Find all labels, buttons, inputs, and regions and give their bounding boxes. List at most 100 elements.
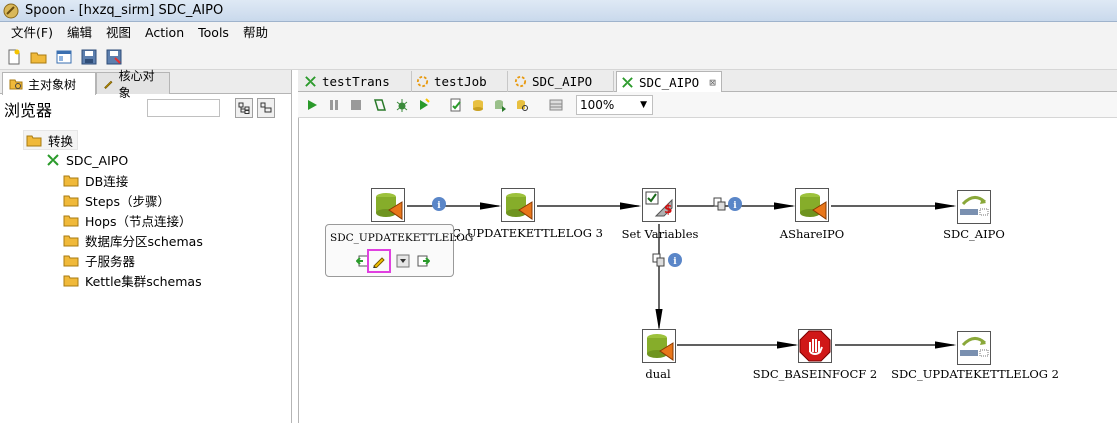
menu-edit[interactable]: 编辑 (60, 22, 99, 44)
abort-stop-icon (798, 329, 832, 363)
run-icon[interactable] (302, 95, 322, 115)
step-menu-icon[interactable] (394, 252, 412, 270)
expand-all-button[interactable] (235, 98, 253, 118)
step-label: SDC_BASEINFOCF 2 (752, 367, 878, 381)
verify-icon[interactable] (446, 95, 466, 115)
impact-icon[interactable] (468, 95, 488, 115)
step-label: SDC_AIPO (943, 227, 1005, 241)
tab-sdc-aipo-trans[interactable]: SDC_AIPO ⊠ (616, 71, 722, 93)
explorer-icon[interactable] (53, 46, 75, 68)
tree-node-transformations[interactable]: 转换 (23, 130, 79, 150)
tab-testtrans[interactable]: testTrans (300, 71, 412, 92)
folder-icon (26, 135, 42, 146)
svg-text:i: i (437, 201, 441, 211)
step-sdc-updatekettlelog-3[interactable] (501, 188, 535, 222)
save-as-icon[interactable] (103, 46, 125, 68)
save-icon[interactable] (78, 46, 100, 68)
chevron-down-icon: ▼ (640, 100, 647, 110)
title-bar: Spoon - [hxzq_sirm] SDC_AIPO (0, 0, 1117, 22)
step-label: SDC_UPDATEKETTLELOG 2 (891, 367, 1059, 381)
tree-node-label: Steps（步骤） (85, 193, 170, 209)
tree-node-label: DB连接 (85, 173, 129, 189)
menu-help[interactable]: 帮助 (236, 22, 275, 44)
transformation-canvas[interactable]: i i i $ SDC_UPDATEKETTLELOG 3 Set Variab… (298, 118, 1117, 423)
folder-icon (63, 255, 79, 266)
step-set-variables[interactable]: $ (642, 188, 676, 222)
step-table-output-1[interactable] (371, 188, 405, 222)
transformation-icon (47, 154, 59, 166)
replay-icon[interactable] (414, 95, 434, 115)
step-sdc-aipo[interactable] (957, 190, 991, 224)
open-folder-icon[interactable] (28, 46, 50, 68)
tab-sdc-aipo-job[interactable]: SDC_AIPO (510, 71, 614, 92)
tree-icon (9, 79, 23, 90)
tab-main-object-tree[interactable]: 主对象树 (2, 72, 96, 95)
left-panel-tabs: 主对象树 核心对象 (0, 69, 291, 100)
tab-core-objects[interactable]: 核心对象 (96, 69, 170, 100)
output-hop-icon[interactable] (414, 252, 432, 270)
explore-db-icon[interactable] (512, 95, 532, 115)
tree-node-steps[interactable]: Steps（步骤） (63, 190, 170, 210)
expand-all-icon (238, 102, 250, 114)
step-dual[interactable] (642, 329, 676, 363)
step-ashareipo[interactable] (795, 188, 829, 222)
new-file-icon[interactable] (3, 46, 25, 68)
tree-node-cluster-schemas[interactable]: Kettle集群schemas (63, 270, 202, 290)
preview-icon[interactable] (370, 95, 390, 115)
main-toolbar (0, 44, 1117, 70)
transformation-icon (622, 77, 633, 88)
tree-node-hops[interactable]: Hops（节点连接） (63, 210, 192, 230)
stop-icon[interactable] (346, 95, 366, 115)
table-output-icon (501, 188, 535, 222)
zoom-value: 100% (580, 98, 615, 112)
menu-bar: 文件(F) 编辑 视图 Action Tools 帮助 (0, 22, 1117, 44)
copy-rows-icon (713, 197, 726, 211)
left-panel: 主对象树 核心对象 浏览器 转换 SDC_AIPO DB连接 Steps（步骤）… (0, 69, 292, 423)
step-hover-toolbar: SDC_UPDATEKETTLELOG (325, 224, 473, 277)
sql-icon[interactable] (490, 95, 510, 115)
editor-toolbar: 100% ▼ (298, 92, 1117, 118)
collapse-all-button[interactable] (257, 98, 275, 118)
step-sdc-updatekettlelog-2[interactable] (957, 331, 991, 365)
info-icon[interactable]: i (432, 197, 446, 211)
tab-testjob[interactable]: testJob (412, 71, 508, 92)
tree-node-slave-servers[interactable]: 子服务器 (63, 250, 135, 270)
job-executor-icon (957, 190, 991, 224)
menu-action[interactable]: Action (138, 22, 191, 44)
tree-node-db-connections[interactable]: DB连接 (63, 170, 128, 190)
svg-text:i: i (733, 201, 737, 211)
editor-area: testTrans testJob SDC_AIPO SDC_AIPO ⊠ 10… (298, 70, 1117, 423)
job-icon (416, 75, 429, 88)
window-title: Spoon - [hxzq_sirm] SDC_AIPO (25, 3, 224, 18)
info-icon[interactable]: i (668, 253, 682, 267)
folder-icon (63, 235, 79, 246)
hover-step-title: SDC_UPDATEKETTLELOG (330, 232, 474, 244)
show-results-icon[interactable] (546, 95, 566, 115)
pause-icon[interactable] (324, 95, 344, 115)
close-tab-icon[interactable]: ⊠ (709, 76, 716, 89)
edit-step-icon[interactable] (367, 249, 391, 273)
tree-node-label: 子服务器 (85, 253, 136, 269)
browser-header: 浏览器 (0, 94, 291, 124)
zoom-select[interactable]: 100% ▼ (576, 95, 653, 115)
step-label: Set Variables (621, 227, 699, 241)
folder-icon (63, 175, 79, 186)
tab-label: SDC_AIPO (639, 75, 700, 90)
info-icon[interactable]: i (728, 197, 742, 211)
tree-search-input[interactable] (147, 99, 220, 117)
menu-file[interactable]: 文件(F) (4, 22, 60, 44)
menu-tools[interactable]: Tools (191, 22, 236, 44)
tree-node-sdc-aipo[interactable]: SDC_AIPO (46, 150, 128, 170)
tree-node-partition-schemas[interactable]: 数据库分区schemas (63, 230, 203, 250)
tree-node-label: SDC_AIPO (66, 152, 129, 168)
table-output-icon (642, 329, 676, 363)
tab-label: SDC_AIPO (532, 74, 593, 89)
tree-node-label: 转换 (48, 133, 74, 149)
menu-view[interactable]: 视图 (99, 22, 138, 44)
step-sdc-baseinfocf-2[interactable] (798, 329, 832, 363)
copy-rows-icon (652, 253, 665, 267)
debug-icon[interactable] (392, 95, 412, 115)
tab-main-object-tree-label: 主对象树 (28, 77, 77, 92)
step-label: AShareIPO (779, 227, 845, 241)
step-label: dual (645, 367, 671, 381)
